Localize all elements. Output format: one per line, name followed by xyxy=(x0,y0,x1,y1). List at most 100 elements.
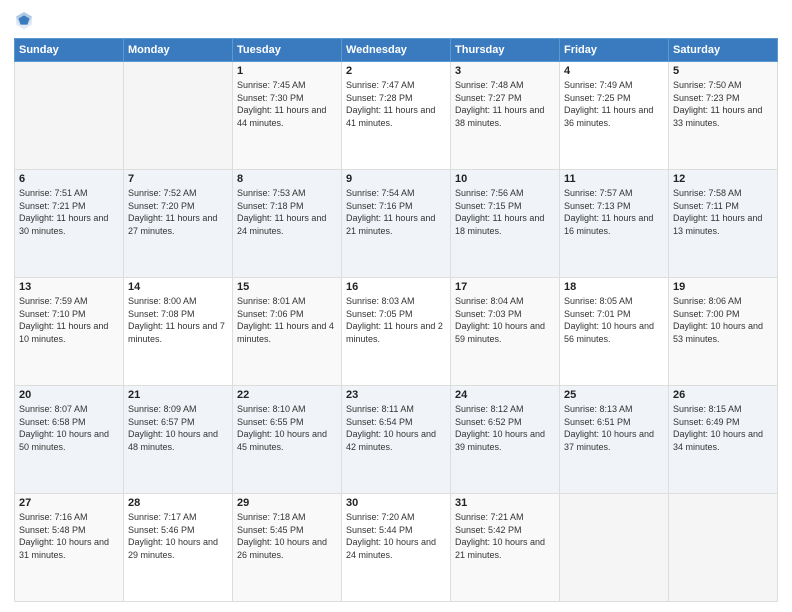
day-number: 25 xyxy=(564,389,664,401)
col-header-tuesday: Tuesday xyxy=(233,39,342,62)
calendar-cell: 15 Sunrise: 8:01 AM Sunset: 7:06 PM Dayli… xyxy=(233,278,342,386)
calendar-cell: 28 Sunrise: 7:17 AM Sunset: 5:46 PM Dayli… xyxy=(124,494,233,602)
calendar-cell: 25 Sunrise: 8:13 AM Sunset: 6:51 PM Dayli… xyxy=(560,386,669,494)
day-number: 3 xyxy=(455,65,555,77)
calendar-cell: 30 Sunrise: 7:20 AM Sunset: 5:44 PM Dayli… xyxy=(342,494,451,602)
calendar-cell xyxy=(124,62,233,170)
day-number: 14 xyxy=(128,281,228,293)
day-number: 15 xyxy=(237,281,337,293)
day-info: Sunrise: 7:47 AM Sunset: 7:28 PM Dayligh… xyxy=(346,79,446,129)
calendar-week-row: 6 Sunrise: 7:51 AM Sunset: 7:21 PM Daylig… xyxy=(15,170,778,278)
day-number: 20 xyxy=(19,389,119,401)
day-info: Sunrise: 8:01 AM Sunset: 7:06 PM Dayligh… xyxy=(237,295,337,345)
day-number: 29 xyxy=(237,497,337,509)
logo xyxy=(14,10,36,30)
calendar-cell: 7 Sunrise: 7:52 AM Sunset: 7:20 PM Daylig… xyxy=(124,170,233,278)
day-number: 11 xyxy=(564,173,664,185)
calendar-cell: 13 Sunrise: 7:59 AM Sunset: 7:10 PM Dayli… xyxy=(15,278,124,386)
calendar-cell: 18 Sunrise: 8:05 AM Sunset: 7:01 PM Dayli… xyxy=(560,278,669,386)
col-header-monday: Monday xyxy=(124,39,233,62)
col-header-thursday: Thursday xyxy=(451,39,560,62)
calendar-cell: 1Sunrise: 7:45 AM Sunset: 7:30 PM Daylig… xyxy=(233,62,342,170)
day-info: Sunrise: 8:09 AM Sunset: 6:57 PM Dayligh… xyxy=(128,403,228,453)
day-info: Sunrise: 8:07 AM Sunset: 6:58 PM Dayligh… xyxy=(19,403,119,453)
calendar-cell: 2 Sunrise: 7:47 AM Sunset: 7:28 PM Daylig… xyxy=(342,62,451,170)
calendar-cell: 21 Sunrise: 8:09 AM Sunset: 6:57 PM Dayli… xyxy=(124,386,233,494)
calendar-cell: 10 Sunrise: 7:56 AM Sunset: 7:15 PM Dayli… xyxy=(451,170,560,278)
day-number: 31 xyxy=(455,497,555,509)
day-number: 10 xyxy=(455,173,555,185)
calendar-cell: 16Sunrise: 8:03 AM Sunset: 7:05 PM Dayli… xyxy=(342,278,451,386)
day-number: 18 xyxy=(564,281,664,293)
calendar-cell: 29 Sunrise: 7:18 AM Sunset: 5:45 PM Dayli… xyxy=(233,494,342,602)
day-number: 13 xyxy=(19,281,119,293)
day-info: Sunrise: 8:11 AM Sunset: 6:54 PM Dayligh… xyxy=(346,403,446,453)
day-info: Sunrise: 8:13 AM Sunset: 6:51 PM Dayligh… xyxy=(564,403,664,453)
calendar-cell: 20 Sunrise: 8:07 AM Sunset: 6:58 PM Dayli… xyxy=(15,386,124,494)
day-number: 7 xyxy=(128,173,228,185)
calendar-cell: 17 Sunrise: 8:04 AM Sunset: 7:03 PM Dayli… xyxy=(451,278,560,386)
day-info: Sunrise: 7:51 AM Sunset: 7:21 PM Dayligh… xyxy=(19,187,119,237)
calendar-week-row: 1Sunrise: 7:45 AM Sunset: 7:30 PM Daylig… xyxy=(15,62,778,170)
calendar-cell xyxy=(669,494,778,602)
day-number: 21 xyxy=(128,389,228,401)
day-number: 9 xyxy=(346,173,446,185)
calendar-cell xyxy=(15,62,124,170)
calendar-cell: 31 Sunrise: 7:21 AM Sunset: 5:42 PM Dayli… xyxy=(451,494,560,602)
col-header-sunday: Sunday xyxy=(15,39,124,62)
calendar-cell: 5Sunrise: 7:50 AM Sunset: 7:23 PM Daylig… xyxy=(669,62,778,170)
calendar-cell: 22Sunrise: 8:10 AM Sunset: 6:55 PM Dayli… xyxy=(233,386,342,494)
page: SundayMondayTuesdayWednesdayThursdayFrid… xyxy=(0,0,792,612)
header xyxy=(14,10,778,30)
calendar-table: SundayMondayTuesdayWednesdayThursdayFrid… xyxy=(14,38,778,602)
calendar-cell: 4Sunrise: 7:49 AM Sunset: 7:25 PM Daylig… xyxy=(560,62,669,170)
col-header-wednesday: Wednesday xyxy=(342,39,451,62)
calendar-week-row: 27 Sunrise: 7:16 AM Sunset: 5:48 PM Dayli… xyxy=(15,494,778,602)
calendar-cell: 14 Sunrise: 8:00 AM Sunset: 7:08 PM Dayli… xyxy=(124,278,233,386)
day-info: Sunrise: 8:04 AM Sunset: 7:03 PM Dayligh… xyxy=(455,295,555,345)
day-info: Sunrise: 7:48 AM Sunset: 7:27 PM Dayligh… xyxy=(455,79,555,129)
day-number: 30 xyxy=(346,497,446,509)
day-info: Sunrise: 8:12 AM Sunset: 6:52 PM Dayligh… xyxy=(455,403,555,453)
calendar-week-row: 20 Sunrise: 8:07 AM Sunset: 6:58 PM Dayli… xyxy=(15,386,778,494)
day-info: Sunrise: 8:05 AM Sunset: 7:01 PM Dayligh… xyxy=(564,295,664,345)
day-number: 2 xyxy=(346,65,446,77)
day-info: Sunrise: 7:56 AM Sunset: 7:15 PM Dayligh… xyxy=(455,187,555,237)
day-info: Sunrise: 8:00 AM Sunset: 7:08 PM Dayligh… xyxy=(128,295,228,345)
day-info: Sunrise: 7:16 AM Sunset: 5:48 PM Dayligh… xyxy=(19,511,119,561)
day-info: Sunrise: 7:53 AM Sunset: 7:18 PM Dayligh… xyxy=(237,187,337,237)
day-number: 12 xyxy=(673,173,773,185)
day-info: Sunrise: 8:15 AM Sunset: 6:49 PM Dayligh… xyxy=(673,403,773,453)
calendar-cell: 12 Sunrise: 7:58 AM Sunset: 7:11 PM Dayli… xyxy=(669,170,778,278)
day-number: 6 xyxy=(19,173,119,185)
day-info: Sunrise: 7:54 AM Sunset: 7:16 PM Dayligh… xyxy=(346,187,446,237)
logo-icon xyxy=(14,10,34,30)
day-info: Sunrise: 7:52 AM Sunset: 7:20 PM Dayligh… xyxy=(128,187,228,237)
day-number: 23 xyxy=(346,389,446,401)
day-info: Sunrise: 7:58 AM Sunset: 7:11 PM Dayligh… xyxy=(673,187,773,237)
day-info: Sunrise: 8:10 AM Sunset: 6:55 PM Dayligh… xyxy=(237,403,337,453)
day-info: Sunrise: 7:18 AM Sunset: 5:45 PM Dayligh… xyxy=(237,511,337,561)
calendar-cell: 9 Sunrise: 7:54 AM Sunset: 7:16 PM Daylig… xyxy=(342,170,451,278)
calendar-cell: 11 Sunrise: 7:57 AM Sunset: 7:13 PM Dayli… xyxy=(560,170,669,278)
calendar-cell: 27 Sunrise: 7:16 AM Sunset: 5:48 PM Dayli… xyxy=(15,494,124,602)
day-number: 5 xyxy=(673,65,773,77)
col-header-friday: Friday xyxy=(560,39,669,62)
day-number: 28 xyxy=(128,497,228,509)
day-info: Sunrise: 7:59 AM Sunset: 7:10 PM Dayligh… xyxy=(19,295,119,345)
col-header-saturday: Saturday xyxy=(669,39,778,62)
day-number: 24 xyxy=(455,389,555,401)
day-number: 17 xyxy=(455,281,555,293)
day-info: Sunrise: 7:21 AM Sunset: 5:42 PM Dayligh… xyxy=(455,511,555,561)
day-number: 27 xyxy=(19,497,119,509)
day-info: Sunrise: 7:20 AM Sunset: 5:44 PM Dayligh… xyxy=(346,511,446,561)
calendar-cell: 6 Sunrise: 7:51 AM Sunset: 7:21 PM Daylig… xyxy=(15,170,124,278)
day-info: Sunrise: 7:17 AM Sunset: 5:46 PM Dayligh… xyxy=(128,511,228,561)
calendar-cell: 23 Sunrise: 8:11 AM Sunset: 6:54 PM Dayli… xyxy=(342,386,451,494)
day-info: Sunrise: 7:49 AM Sunset: 7:25 PM Dayligh… xyxy=(564,79,664,129)
calendar-cell: 24 Sunrise: 8:12 AM Sunset: 6:52 PM Dayli… xyxy=(451,386,560,494)
calendar-cell: 26Sunrise: 8:15 AM Sunset: 6:49 PM Dayli… xyxy=(669,386,778,494)
day-info: Sunrise: 8:06 AM Sunset: 7:00 PM Dayligh… xyxy=(673,295,773,345)
day-info: Sunrise: 7:57 AM Sunset: 7:13 PM Dayligh… xyxy=(564,187,664,237)
day-info: Sunrise: 8:03 AM Sunset: 7:05 PM Dayligh… xyxy=(346,295,446,345)
